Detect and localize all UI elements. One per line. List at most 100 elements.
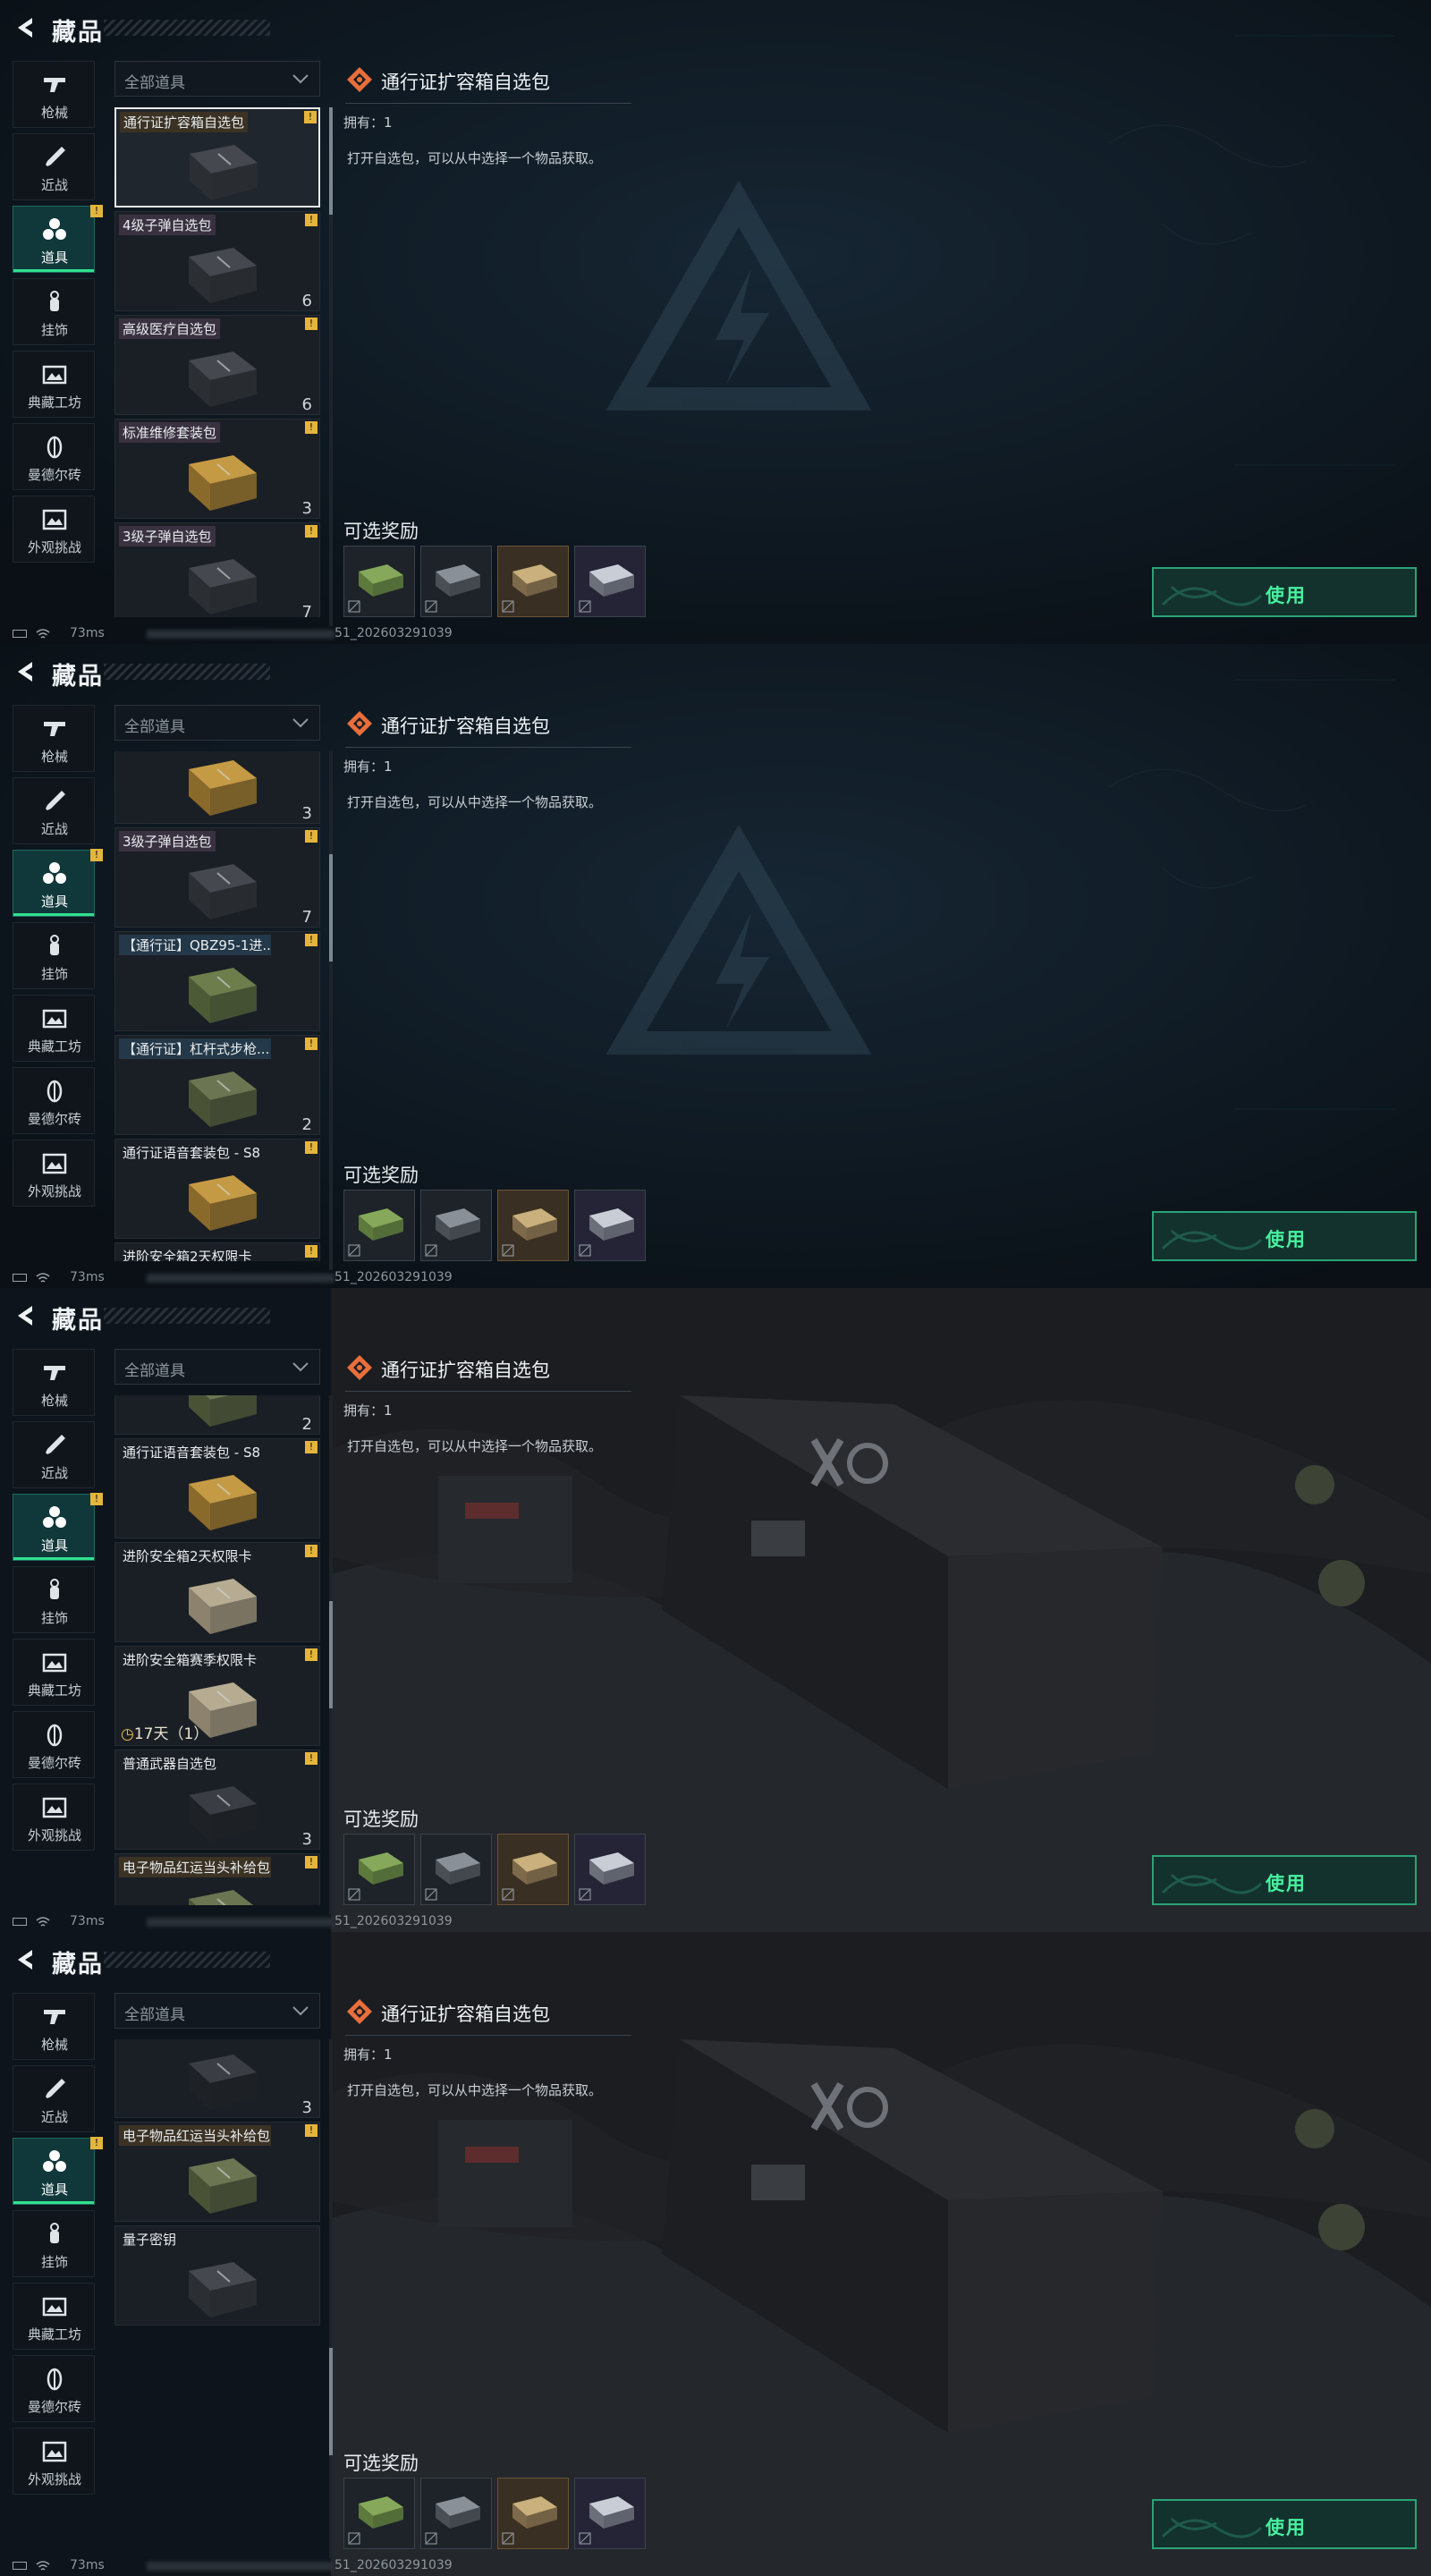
list-scrollbar[interactable] — [329, 2039, 333, 2558]
list-item[interactable]: 进阶安全箱2天权限卡! — [114, 1542, 320, 1642]
sidebar-item[interactable]: 曼德尔砖 — [13, 2355, 95, 2422]
use-button[interactable]: 使用 — [1152, 1855, 1417, 1905]
sidebar-item[interactable]: 外观挑战 — [13, 496, 95, 563]
list-item[interactable]: 进阶安全箱2天权限卡! — [114, 1242, 320, 1261]
list-item[interactable]: 3级子弹自选包! 7 — [114, 522, 320, 617]
use-button-label: 使用 — [1266, 1873, 1307, 1894]
category-filter-dropdown[interactable]: 全部道具 — [114, 61, 320, 97]
reward-option[interactable] — [343, 1190, 415, 1261]
top-bar: 藏品 — [0, 644, 1431, 701]
gold-box-icon — [512, 2496, 557, 2529]
chevron-down-icon — [292, 2006, 309, 2016]
list-item[interactable]: 通行证语音套装包 - S8! — [114, 1139, 320, 1239]
reward-option[interactable] — [574, 546, 646, 617]
scrollbar-thumb[interactable] — [329, 107, 333, 215]
back-arrow-icon[interactable] — [13, 14, 39, 41]
category-filter-dropdown[interactable]: 全部道具 — [114, 1349, 320, 1385]
sidebar-item[interactable]: 道具! — [13, 2137, 103, 2205]
list-item[interactable]: 电子物品红运当头补给包! — [114, 1853, 320, 1905]
reward-option[interactable] — [497, 2478, 569, 2549]
sidebar-item[interactable]: 外观挑战 — [13, 1140, 95, 1207]
sidebar-item[interactable]: 外观挑战 — [13, 2428, 95, 2495]
green-box-icon — [359, 564, 403, 597]
list-item[interactable]: 4级子弹自选包! 6 — [114, 211, 320, 311]
sidebar-item[interactable]: 枪械 — [13, 1993, 95, 2060]
sidebar-item[interactable]: 枪械 — [13, 1349, 95, 1416]
sidebar-item[interactable]: 曼德尔砖 — [13, 1067, 95, 1134]
sidebar-item[interactable]: 外观挑战 — [13, 1784, 95, 1851]
reward-option[interactable] — [420, 1834, 492, 1905]
list-item[interactable]: 【通行证】杠杆式步枪...!2 — [114, 1035, 320, 1135]
scrollbar-thumb[interactable] — [329, 854, 333, 962]
sidebar-item[interactable]: 典藏工坊 — [13, 2283, 95, 2350]
sidebar-item-label: 外观挑战 — [27, 1183, 81, 1199]
sidebar-item[interactable]: 挂饰 — [13, 2210, 95, 2277]
list-item[interactable]: 3级子弹自选包! 7 — [114, 827, 320, 928]
reward-option[interactable] — [343, 2478, 415, 2549]
list-item[interactable]: 标准维修套装包!3 — [114, 751, 320, 824]
list-item[interactable]: 通行证语音套装包 - S8! — [114, 1438, 320, 1538]
item-name: 标准维修套装包 — [119, 422, 221, 443]
scrollbar-thumb[interactable] — [329, 1601, 333, 1708]
item-thumbnail-icon — [189, 1475, 257, 1530]
list-item[interactable]: 【通行证】杠杆式步枪...!2 — [114, 1395, 320, 1435]
item-list[interactable]: 普通武器自选包!3 电子物品红运当头补给包! 量子密钥 — [114, 2039, 324, 2549]
sidebar-item[interactable]: 典藏工坊 — [13, 351, 95, 418]
list-item[interactable]: 普通武器自选包!3 — [114, 2039, 320, 2118]
workshop-icon — [42, 1009, 67, 1029]
sidebar-item[interactable]: 典藏工坊 — [13, 995, 95, 1062]
challenge-icon — [42, 2441, 67, 2462]
sidebar-item[interactable]: 曼德尔砖 — [13, 423, 95, 490]
back-arrow-icon[interactable] — [13, 1946, 39, 1973]
reward-option[interactable] — [574, 2478, 646, 2549]
item-list[interactable]: 【通行证】杠杆式步枪...!2 通行证语音套装包 - S8! 进阶安全箱2天权限… — [114, 1395, 324, 1905]
sidebar-item[interactable]: 典藏工坊 — [13, 1639, 95, 1706]
sidebar-item[interactable]: 枪械 — [13, 705, 95, 772]
list-scrollbar[interactable] — [329, 1395, 333, 1914]
use-button-label: 使用 — [1266, 585, 1307, 606]
reward-option[interactable] — [343, 1834, 415, 1905]
sidebar-item[interactable]: 挂饰 — [13, 922, 95, 989]
sidebar-item[interactable]: 挂饰 — [13, 278, 95, 345]
reward-option[interactable] — [497, 1834, 569, 1905]
list-item[interactable]: 【通行证】QBZ95-1进...! — [114, 931, 320, 1031]
sidebar-item[interactable]: 近战 — [13, 777, 95, 844]
list-item[interactable]: 进阶安全箱赛季权限卡! ◷17天（1） — [114, 1646, 320, 1746]
sidebar-item[interactable]: 近战 — [13, 133, 95, 200]
reward-option[interactable] — [420, 2478, 492, 2549]
category-filter-dropdown[interactable]: 全部道具 — [114, 705, 320, 741]
sidebar-item[interactable]: 道具! — [13, 205, 103, 273]
scrollbar-thumb[interactable] — [329, 2348, 333, 2455]
use-button[interactable]: 使用 — [1152, 2499, 1417, 2549]
sidebar-item[interactable]: 近战 — [13, 2065, 95, 2132]
sidebar-item[interactable]: 近战 — [13, 1421, 95, 1488]
list-scrollbar[interactable] — [329, 751, 333, 1270]
reward-option[interactable] — [497, 1190, 569, 1261]
list-item[interactable]: 标准维修套装包!3 — [114, 419, 320, 519]
item-name: 通行证语音套装包 - S8 — [123, 1145, 261, 1161]
sidebar-item[interactable]: 挂饰 — [13, 1566, 95, 1633]
reward-option[interactable] — [343, 546, 415, 617]
reward-option[interactable] — [574, 1834, 646, 1905]
use-button[interactable]: 使用 — [1152, 1211, 1417, 1261]
sidebar-item[interactable]: 道具! — [13, 1493, 103, 1561]
list-item[interactable]: 通行证扩容箱自选包! — [114, 107, 320, 208]
list-item[interactable]: 量子密钥 — [114, 2225, 320, 2326]
sidebar-item[interactable]: 曼德尔砖 — [13, 1711, 95, 1778]
list-item[interactable]: 普通武器自选包!3 — [114, 1750, 320, 1850]
sidebar-item[interactable]: 枪械 — [13, 61, 95, 128]
item-list[interactable]: 6 标准维修套装包!3 3级子弹自选包!7 【通行证】QBZ95-1进...! … — [114, 751, 324, 1261]
back-arrow-icon[interactable] — [13, 1302, 39, 1329]
item-list[interactable]: 通行证扩容箱自选包! 4级子弹自选包! 6 高级医疗自选包! 6 标准维修套装包! 3… — [114, 107, 324, 617]
list-item[interactable]: 电子物品红运当头补给包! — [114, 2122, 320, 2222]
sidebar-item[interactable]: 道具! — [13, 849, 103, 917]
reward-option[interactable] — [497, 546, 569, 617]
category-filter-dropdown[interactable]: 全部道具 — [114, 1993, 320, 2029]
reward-option[interactable] — [574, 1190, 646, 1261]
list-item[interactable]: 高级医疗自选包! 6 — [114, 315, 320, 415]
use-button[interactable]: 使用 — [1152, 567, 1417, 617]
reward-option[interactable] — [420, 1190, 492, 1261]
reward-option[interactable] — [420, 546, 492, 617]
list-scrollbar[interactable] — [329, 107, 333, 626]
back-arrow-icon[interactable] — [13, 658, 39, 685]
